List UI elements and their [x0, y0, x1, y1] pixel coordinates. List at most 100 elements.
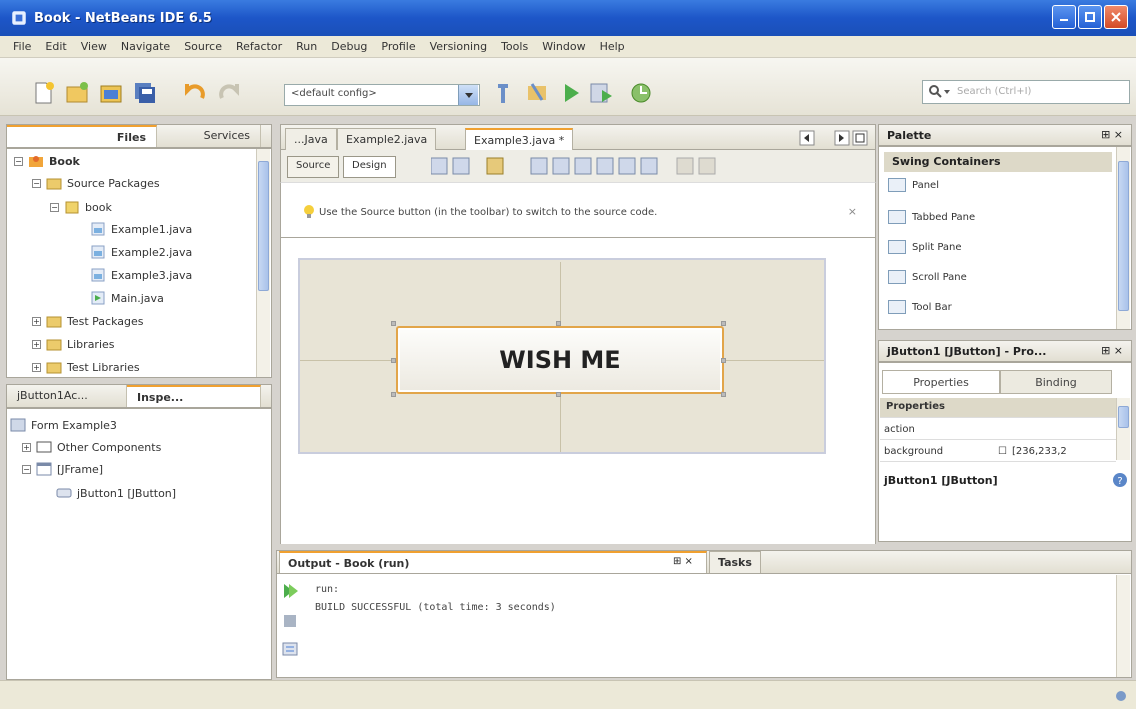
- open-project-icon[interactable]: [98, 80, 124, 106]
- help-icon[interactable]: ?: [1112, 472, 1128, 488]
- tree-item-example2[interactable]: Example2.java: [90, 245, 192, 259]
- save-all-icon[interactable]: [132, 80, 158, 106]
- palette-item-tool-bar[interactable]: Tool Bar: [888, 300, 952, 314]
- tree-item-source-packages[interactable]: − Source Packages: [32, 176, 160, 190]
- scroll-thumb[interactable]: [1118, 406, 1129, 428]
- designer-tools-icon[interactable]: [431, 156, 771, 176]
- maximize-button[interactable]: [1078, 5, 1102, 29]
- tree-item-other-components[interactable]: + Other Components: [22, 440, 161, 454]
- tree-item-main[interactable]: Main.java: [90, 291, 164, 305]
- tree-item-jbutton1[interactable]: jButton1 [JButton]: [56, 486, 176, 500]
- properties-scrollbar[interactable]: [1116, 398, 1130, 460]
- menu-refactor[interactable]: Refactor: [229, 40, 289, 53]
- scroll-thumb[interactable]: [1118, 161, 1129, 311]
- tab-inspector[interactable]: Inspe...: [127, 385, 261, 407]
- menu-edit[interactable]: Edit: [38, 40, 73, 53]
- menu-debug[interactable]: Debug: [324, 40, 374, 53]
- tree-item-package-book[interactable]: − book: [50, 200, 112, 214]
- expand-icon[interactable]: +: [22, 442, 31, 452]
- new-project-icon[interactable]: [64, 80, 90, 106]
- tab-binding[interactable]: Binding: [1000, 370, 1112, 394]
- output-scrollbar[interactable]: [1116, 575, 1130, 677]
- hint-close-button[interactable]: ×: [848, 205, 857, 218]
- tree-item-example3[interactable]: Example3.java: [90, 268, 192, 282]
- stop-icon[interactable]: [281, 612, 299, 630]
- palette-category[interactable]: Swing Containers: [884, 152, 1112, 172]
- resize-handle[interactable]: [721, 392, 726, 397]
- tab-tasks[interactable]: Tasks: [709, 551, 761, 573]
- tab-files[interactable]: Files: [7, 125, 157, 147]
- resize-handle[interactable]: [721, 321, 726, 326]
- palette-item-scroll-pane[interactable]: Scroll Pane: [888, 270, 967, 284]
- expand-icon[interactable]: +: [32, 316, 41, 326]
- output-console[interactable]: run: BUILD SUCCESSFUL (total time: 3 sec…: [276, 574, 1132, 678]
- close-button[interactable]: [1104, 5, 1128, 29]
- menu-versioning[interactable]: Versioning: [423, 40, 494, 53]
- source-mode-button[interactable]: Source: [287, 156, 340, 178]
- menu-run[interactable]: Run: [289, 40, 324, 53]
- tree-item-test-packages[interactable]: + Test Packages: [32, 314, 143, 328]
- collapse-icon[interactable]: −: [50, 202, 59, 212]
- tree-item-form[interactable]: Form Example3: [10, 418, 117, 432]
- palette-item-split-pane[interactable]: Split Pane: [888, 240, 962, 254]
- tree-item-example1[interactable]: Example1.java: [90, 222, 192, 236]
- collapse-icon[interactable]: −: [14, 156, 23, 166]
- config-dropdown-button[interactable]: [458, 85, 478, 105]
- resize-handle[interactable]: [391, 392, 396, 397]
- run-icon[interactable]: [558, 80, 584, 106]
- menu-navigate[interactable]: Navigate: [114, 40, 177, 53]
- wish-me-button[interactable]: WISH ME: [396, 326, 724, 394]
- config-select[interactable]: <default config>: [284, 84, 480, 106]
- menu-window[interactable]: Window: [535, 40, 592, 53]
- menu-source[interactable]: Source: [177, 40, 229, 53]
- tab-jbutton1-action[interactable]: jButton1Ac...: [7, 385, 127, 407]
- expand-icon[interactable]: +: [32, 339, 41, 349]
- menu-view[interactable]: View: [74, 40, 114, 53]
- output-tab-close-icon[interactable]: ⊞ ×: [673, 556, 693, 567]
- panel-menu-icon[interactable]: ⊞ ×: [1101, 344, 1123, 357]
- tab-properties[interactable]: Properties: [882, 370, 1000, 394]
- menu-help[interactable]: Help: [593, 40, 632, 53]
- property-row-action[interactable]: action: [880, 420, 1116, 440]
- tree-item-test-libraries[interactable]: + Test Libraries: [32, 360, 140, 374]
- build-icon[interactable]: [524, 80, 550, 106]
- tab-navigation-icon[interactable]: [799, 130, 869, 146]
- tree-item-libraries[interactable]: + Libraries: [32, 337, 115, 351]
- tab-output-run[interactable]: Output - Book (run): [279, 551, 707, 573]
- profile-icon[interactable]: [628, 80, 654, 106]
- editor-tab-example2[interactable]: Example2.java: [337, 128, 437, 150]
- resize-handle[interactable]: [556, 321, 561, 326]
- panel-menu-icon[interactable]: ⊞ ×: [1101, 128, 1123, 141]
- menu-profile[interactable]: Profile: [374, 40, 422, 53]
- menu-file[interactable]: File: [6, 40, 38, 53]
- expand-icon[interactable]: +: [32, 362, 41, 372]
- resize-handle[interactable]: [391, 321, 396, 326]
- resize-handle[interactable]: [391, 358, 396, 363]
- editor-tab-example3[interactable]: Example3.java *: [465, 128, 574, 150]
- projects-scrollbar[interactable]: [256, 149, 270, 377]
- tree-item-book[interactable]: − Book: [14, 154, 80, 168]
- rerun-icon[interactable]: [281, 582, 299, 600]
- scroll-thumb[interactable]: [258, 161, 269, 291]
- design-mode-button[interactable]: Design: [343, 156, 396, 178]
- collapse-icon[interactable]: −: [32, 178, 41, 188]
- palette-item-panel[interactable]: Panel: [888, 178, 939, 192]
- collapse-icon[interactable]: −: [22, 464, 31, 474]
- palette-scrollbar[interactable]: [1116, 147, 1130, 329]
- menu-tools[interactable]: Tools: [494, 40, 535, 53]
- properties-section[interactable]: Properties: [880, 398, 1116, 418]
- resize-handle[interactable]: [721, 358, 726, 363]
- editor-tab-java[interactable]: ...Java: [285, 128, 337, 150]
- palette-item-tabbed-pane[interactable]: Tabbed Pane: [888, 210, 975, 224]
- property-row-background[interactable]: background ☐ [236,233,2: [880, 442, 1116, 462]
- output-settings-icon[interactable]: [281, 640, 299, 658]
- new-file-icon[interactable]: [30, 80, 56, 106]
- tab-services[interactable]: Services: [157, 125, 261, 147]
- search-input[interactable]: Search (Ctrl+I): [922, 80, 1130, 104]
- debug-icon[interactable]: [588, 80, 614, 106]
- undo-icon[interactable]: [182, 80, 208, 106]
- resize-handle[interactable]: [556, 392, 561, 397]
- tree-item-jframe[interactable]: − [JFrame]: [22, 462, 103, 476]
- minimize-button[interactable]: [1052, 5, 1076, 29]
- redo-icon[interactable]: [216, 80, 242, 106]
